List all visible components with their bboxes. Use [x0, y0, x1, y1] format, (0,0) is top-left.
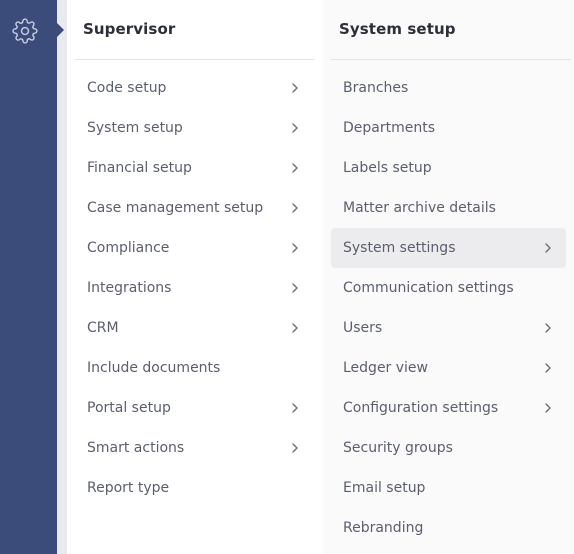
menu-item-label: System setup: [87, 120, 183, 136]
menu-item-communication-settings[interactable]: Communication settings: [331, 268, 566, 308]
menu-item-portal-setup[interactable]: Portal setup: [75, 388, 315, 428]
divider: [331, 59, 571, 60]
supervisor-panel-title: Supervisor: [83, 20, 176, 38]
menu-item-label: Portal setup: [87, 400, 171, 416]
menu-item-case-management-setup[interactable]: Case management setup: [75, 188, 315, 228]
menu-item-label: Ledger view: [343, 360, 428, 376]
menu-item-label: Compliance: [87, 240, 170, 256]
menu-item-report-type[interactable]: Report type: [75, 468, 315, 508]
active-indicator: [57, 23, 64, 37]
menu-item-label: Integrations: [87, 280, 172, 296]
chevron-right-icon: [542, 348, 554, 388]
menu-item-security-groups[interactable]: Security groups: [331, 428, 566, 468]
rail-border: [57, 0, 67, 554]
menu-item-crm[interactable]: CRM: [75, 308, 315, 348]
menu-item-label: Branches: [343, 80, 409, 96]
menu-item-label: Case management setup: [87, 200, 264, 216]
menu-item-label: System settings: [343, 240, 456, 256]
chevron-right-icon: [542, 388, 554, 428]
menu-item-label: Matter archive details: [343, 200, 496, 216]
chevron-right-icon: [289, 68, 301, 108]
chevron-right-icon: [289, 388, 301, 428]
menu-item-code-setup[interactable]: Code setup: [75, 68, 315, 108]
gear-icon[interactable]: [12, 18, 38, 44]
menu-item-configuration-settings[interactable]: Configuration settings: [331, 388, 566, 428]
chevron-right-icon: [542, 228, 554, 268]
chevron-right-icon: [289, 428, 301, 468]
menu-item-label: Code setup: [87, 80, 167, 96]
menu-item-financial-setup[interactable]: Financial setup: [75, 148, 315, 188]
chevron-right-icon: [542, 308, 554, 348]
menu-item-label: Smart actions: [87, 440, 185, 456]
chevron-right-icon: [289, 148, 301, 188]
menu-item-label: Communication settings: [343, 280, 514, 296]
menu-item-label: Security groups: [343, 440, 453, 456]
menu-item-system-settings[interactable]: System settings: [331, 228, 566, 268]
menu-item-label: Departments: [343, 120, 436, 136]
menu-item-label: Email setup: [343, 480, 426, 496]
chevron-right-icon: [289, 268, 301, 308]
system-setup-menu: Branches Departments Labels setup Matter ar…: [331, 68, 566, 548]
menu-item-compliance[interactable]: Compliance: [75, 228, 315, 268]
menu-item-label: Labels setup: [343, 160, 432, 176]
menu-item-label: Users: [343, 320, 383, 336]
menu-item-email-setup[interactable]: Email setup: [331, 468, 566, 508]
menu-item-label: Include documents: [87, 360, 221, 376]
menu-item-users[interactable]: Users: [331, 308, 566, 348]
divider: [75, 59, 315, 60]
left-rail: [0, 0, 57, 554]
menu-item-ledger-view[interactable]: Ledger view: [331, 348, 566, 388]
system-setup-panel: System setup Branches Departments Labels s…: [323, 0, 574, 554]
chevron-right-icon: [289, 308, 301, 348]
system-setup-panel-title: System setup: [339, 20, 456, 38]
menu-item-integrations[interactable]: Integrations: [75, 268, 315, 308]
menu-item-label: Configuration settings: [343, 400, 499, 416]
chevron-right-icon: [289, 228, 301, 268]
menu-item-system-setup[interactable]: System setup: [75, 108, 315, 148]
supervisor-panel: Supervisor Code setup System setup Financi…: [67, 0, 323, 554]
menu-item-smart-actions[interactable]: Smart actions: [75, 428, 315, 468]
menu-item-branches[interactable]: Branches: [331, 68, 566, 108]
chevron-right-icon: [289, 108, 301, 148]
menu-item-departments[interactable]: Departments: [331, 108, 566, 148]
menu-item-label: Financial setup: [87, 160, 192, 176]
menu-item-matter-archive-details[interactable]: Matter archive details: [331, 188, 566, 228]
menu-item-labels-setup[interactable]: Labels setup: [331, 148, 566, 188]
chevron-right-icon: [289, 188, 301, 228]
supervisor-menu: Code setup System setup Financial setup Cas…: [75, 68, 315, 508]
menu-item-include-documents[interactable]: Include documents: [75, 348, 315, 388]
menu-item-label: Rebranding: [343, 520, 424, 536]
menu-item-rebranding[interactable]: Rebranding: [331, 508, 566, 548]
menu-item-label: Report type: [87, 480, 170, 496]
menu-item-label: CRM: [87, 320, 119, 336]
